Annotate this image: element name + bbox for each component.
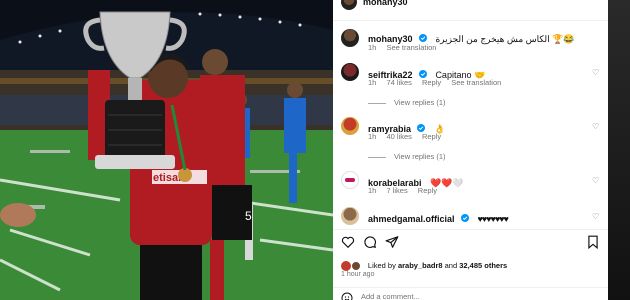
comment-item: ramyrabia 👌 1h 40 likes Reply ♡ View rep…	[333, 117, 608, 165]
commenter-avatar[interactable]	[341, 207, 359, 225]
comment-text: ♥♥♥♥♥♥♥	[477, 214, 508, 225]
liker-avatar	[341, 260, 351, 271]
reply-button[interactable]: Reply	[422, 78, 441, 87]
liker-avatar	[351, 260, 362, 271]
comment-time: 1h	[368, 132, 377, 141]
commenter-avatar[interactable]	[341, 117, 359, 135]
instagram-post-window: 5 etisal mohany30 mohany30 الكاس مش هيخر…	[0, 0, 630, 300]
view-replies-button[interactable]: View replies (1)	[368, 98, 446, 107]
post-time-ago: 1 hour ago	[341, 271, 375, 278]
caption-text: الكاس مش هيخرج من الجزيرة 🏆😂	[435, 34, 575, 45]
comment-item: korabelarabi ❤️❤️🤍 1h 7 likes Reply ♡	[333, 171, 608, 201]
add-comment-input[interactable]	[361, 291, 561, 300]
comment-time: 1h	[368, 78, 377, 87]
comment-likes[interactable]: 74 likes	[386, 78, 411, 87]
liked-by-user[interactable]: araby_badr8	[398, 261, 443, 270]
emoji-icon[interactable]	[341, 292, 353, 300]
svg-text:5: 5	[245, 209, 252, 223]
post-action-bar: Liked by araby_badr8 and 32,485 others 1…	[333, 229, 608, 300]
verified-icon	[460, 209, 469, 227]
bookmark-icon[interactable]	[587, 235, 599, 249]
author-username[interactable]: mohany30	[363, 0, 408, 7]
comment-item: ahmedgamal.official ♥♥♥♥♥♥♥ ♡	[333, 207, 608, 229]
liked-by-and: and	[444, 261, 458, 271]
see-translation-button[interactable]: See translation	[451, 78, 501, 87]
post-header: mohany30	[333, 0, 608, 21]
liked-by-prefix: Liked by	[367, 261, 396, 271]
share-icon[interactable]	[385, 235, 399, 249]
comment-likes[interactable]: 7 likes	[386, 186, 407, 195]
liked-by-count[interactable]: 32,485 others	[459, 261, 507, 270]
comment-likes[interactable]: 40 likes	[386, 132, 411, 141]
caption-time: 1h	[368, 43, 377, 52]
reply-button[interactable]: Reply	[422, 132, 441, 141]
caption-see-translation[interactable]: See translation	[386, 43, 436, 52]
svg-text:etisal: etisal	[153, 172, 181, 184]
comment-time: 1h	[368, 186, 377, 195]
dimmed-background	[608, 0, 630, 300]
like-comment-heart-icon[interactable]: ♡	[592, 123, 600, 131]
liked-by-line: Liked by araby_badr8 and 32,485 others	[341, 257, 507, 271]
commenter-username[interactable]: ahmedgamal.official	[368, 214, 455, 224]
reply-button[interactable]: Reply	[418, 186, 437, 195]
author-avatar[interactable]	[341, 0, 357, 10]
comment-icon[interactable]	[363, 235, 377, 249]
like-comment-heart-icon[interactable]: ♡	[592, 69, 600, 77]
commenter-avatar[interactable]	[341, 171, 359, 189]
commenter-avatar[interactable]	[341, 63, 359, 81]
view-replies-button[interactable]: View replies (1)	[368, 152, 446, 161]
stadium-scene: 5 etisal	[0, 0, 333, 300]
caption-avatar[interactable]	[341, 29, 359, 47]
post-photo[interactable]: 5 etisal	[0, 0, 333, 300]
like-heart-icon[interactable]	[341, 235, 355, 249]
caption-block: mohany30 الكاس مش هيخرج من الجزيرة 🏆😂 1h…	[333, 28, 608, 54]
comment-item: seiftrika22 Capitano 🤝 1h 74 likes Reply…	[333, 63, 608, 111]
like-comment-heart-icon[interactable]: ♡	[592, 213, 600, 221]
comments-panel: mohany30 mohany30 الكاس مش هيخرج من الجز…	[333, 0, 608, 300]
like-comment-heart-icon[interactable]: ♡	[592, 177, 600, 185]
add-comment-bar	[333, 287, 608, 300]
